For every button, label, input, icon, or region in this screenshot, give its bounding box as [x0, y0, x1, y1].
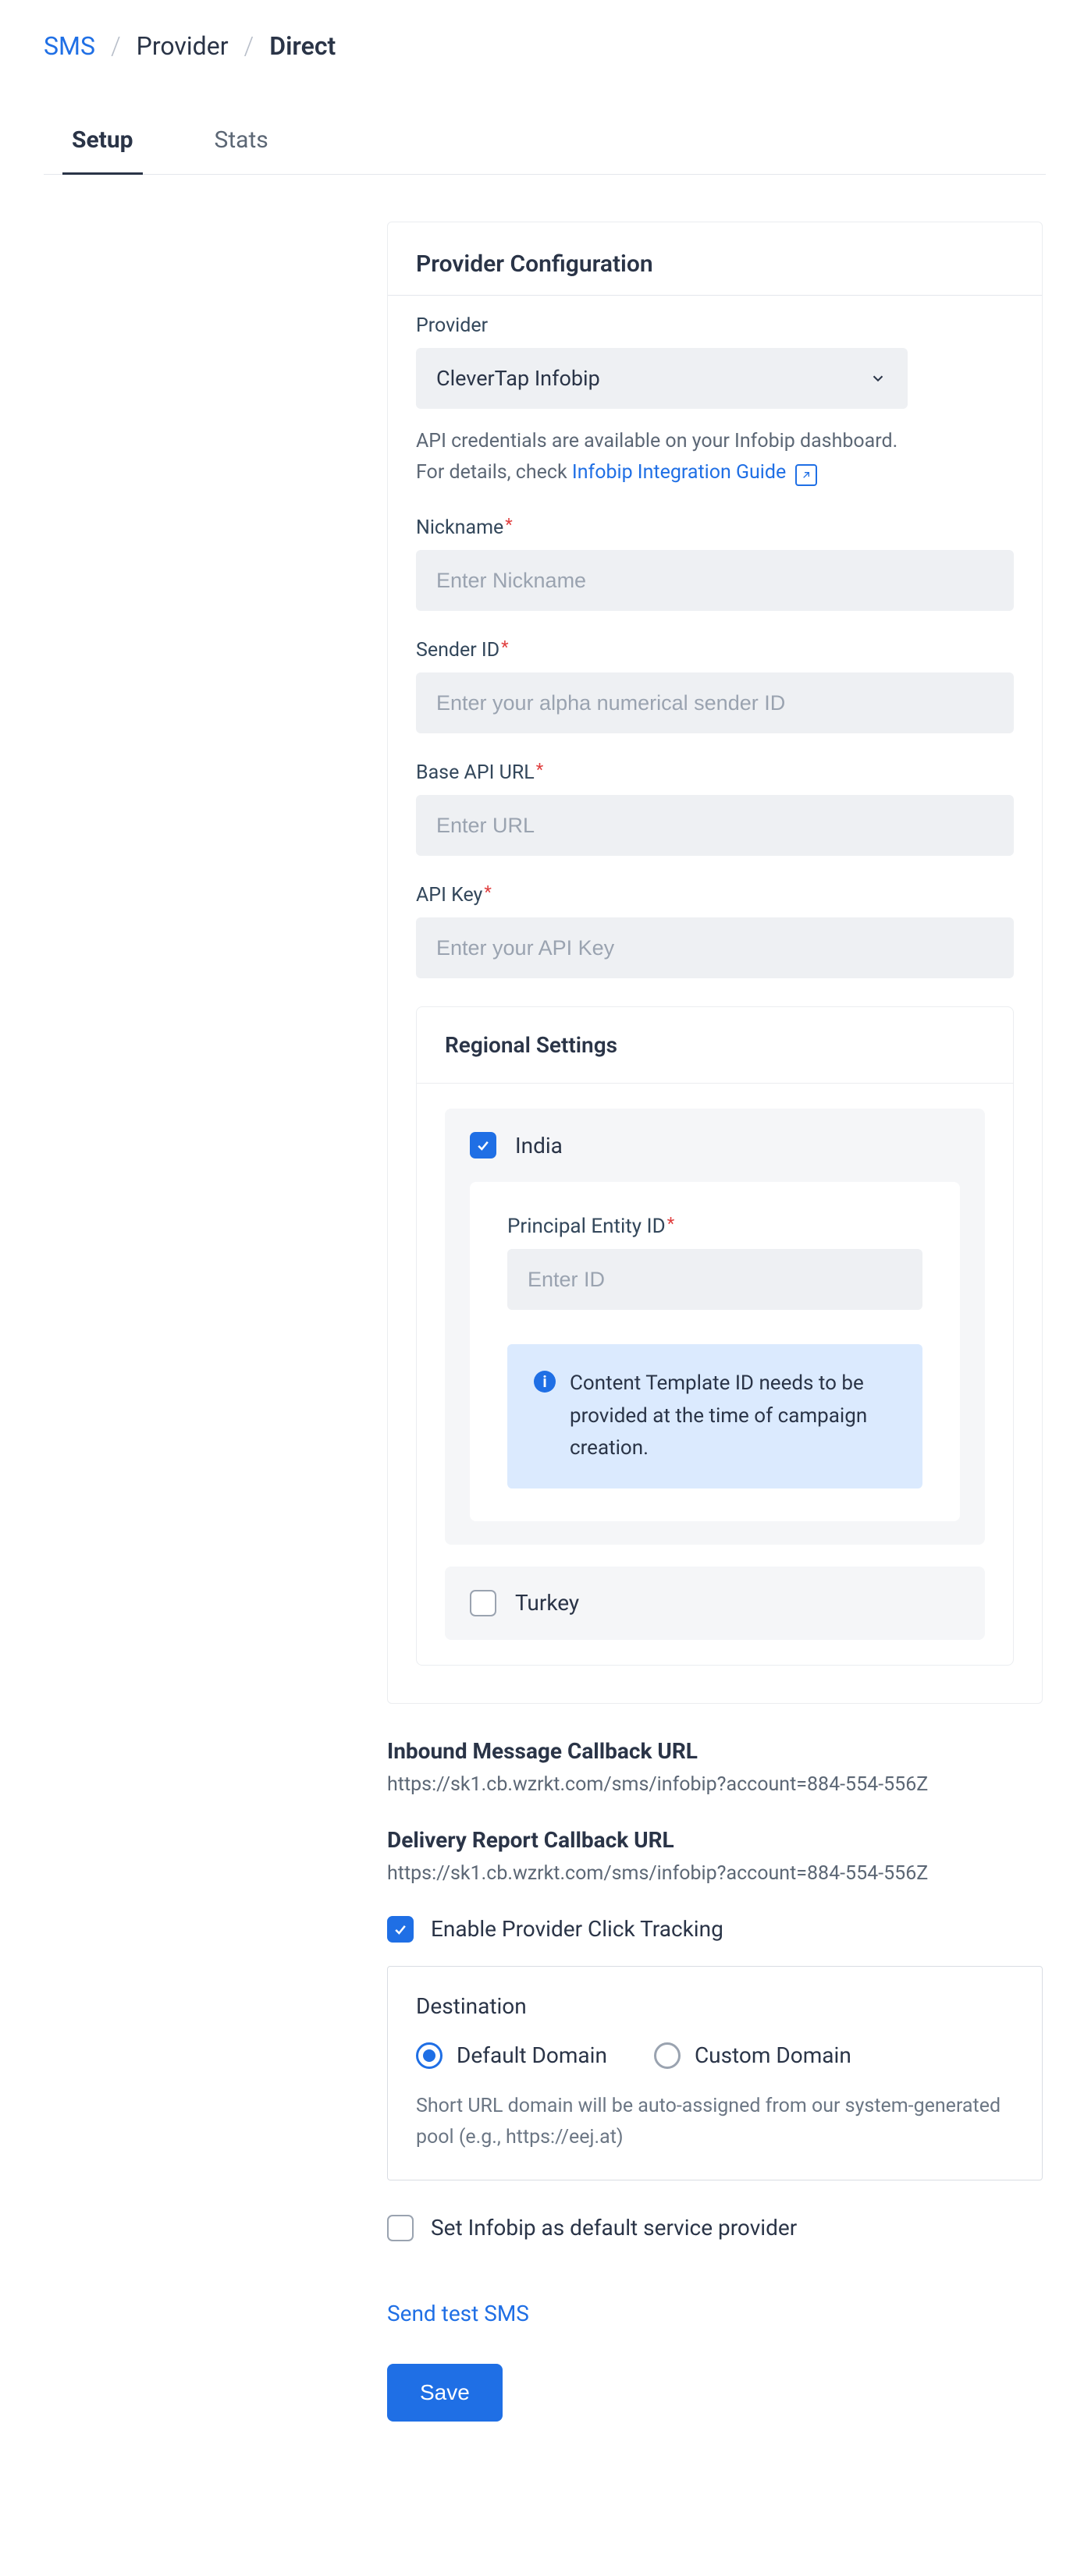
region-turkey-checkbox[interactable]: [470, 1590, 496, 1616]
sender-id-input[interactable]: [416, 672, 1014, 733]
provider-select[interactable]: CleverTap Infobip: [416, 348, 908, 409]
base-url-label: Base API URL: [416, 761, 1014, 784]
regional-heading: Regional Settings: [417, 1007, 1013, 1084]
tabs: Setup Stats: [44, 108, 1046, 175]
breadcrumb-sms[interactable]: SMS: [44, 31, 95, 61]
helper-line2-prefix: For details, check: [416, 461, 572, 484]
entity-id-input[interactable]: [507, 1249, 922, 1310]
breadcrumb-provider[interactable]: Provider: [137, 31, 229, 61]
default-provider-checkbox[interactable]: [387, 2215, 414, 2241]
provider-select-value: CleverTap Infobip: [436, 366, 600, 391]
send-test-sms-link[interactable]: Send test SMS: [387, 2301, 529, 2326]
info-icon: i: [534, 1371, 556, 1393]
click-tracking-label: Enable Provider Click Tracking: [431, 1916, 723, 1942]
integration-guide-link[interactable]: Infobip Integration Guide: [572, 461, 786, 484]
radio-custom-domain[interactable]: Custom Domain: [654, 2042, 851, 2069]
region-india-checkbox[interactable]: [470, 1132, 496, 1158]
breadcrumb: SMS / Provider / Direct: [44, 31, 1046, 61]
default-provider-label: Set Infobip as default service provider: [431, 2215, 797, 2241]
breadcrumb-current: Direct: [269, 31, 336, 61]
regional-card: Regional Settings India Principal Entity…: [416, 1006, 1014, 1666]
sender-id-label: Sender ID: [416, 639, 1014, 662]
lower-section: Inbound Message Callback URL https://sk1…: [387, 1704, 1043, 2429]
chevron-down-icon: [869, 369, 887, 388]
inbound-url: https://sk1.cb.wzrkt.com/sms/infobip?acc…: [387, 1773, 1043, 1796]
radio-custom-label: Custom Domain: [695, 2042, 851, 2068]
info-banner: i Content Template ID needs to be provid…: [507, 1344, 922, 1488]
inbound-title: Inbound Message Callback URL: [387, 1738, 1043, 1764]
breadcrumb-sep: /: [244, 31, 254, 61]
provider-label: Provider: [416, 314, 1014, 337]
breadcrumb-sep: /: [111, 31, 121, 61]
radio-default-domain[interactable]: Default Domain: [416, 2042, 607, 2069]
delivery-url: https://sk1.cb.wzrkt.com/sms/infobip?acc…: [387, 1862, 1043, 1885]
destination-title: Destination: [416, 1993, 1014, 2019]
radio-default-label: Default Domain: [457, 2042, 607, 2068]
provider-helper: API credentials are available on your In…: [416, 426, 1014, 488]
base-url-input[interactable]: [416, 795, 1014, 856]
entity-id-label: Principal Entity ID: [507, 1215, 922, 1238]
config-heading: Provider Configuration: [388, 222, 1042, 296]
nickname-label: Nickname: [416, 516, 1014, 539]
tab-stats[interactable]: Stats: [205, 108, 278, 175]
region-turkey-label: Turkey: [515, 1590, 579, 1616]
api-key-label: API Key: [416, 884, 1014, 907]
region-turkey: Turkey: [445, 1567, 985, 1640]
nickname-input[interactable]: [416, 550, 1014, 611]
region-india-panel: Principal Entity ID i Content Template I…: [470, 1182, 960, 1521]
destination-help: Short URL domain will be auto-assigned f…: [416, 2091, 1014, 2153]
destination-card: Destination Default Domain Custom Domain…: [387, 1966, 1043, 2180]
info-text: Content Template ID needs to be provided…: [570, 1368, 896, 1465]
delivery-title: Delivery Report Callback URL: [387, 1827, 1043, 1853]
radio-icon: [416, 2042, 443, 2069]
region-india-label: India: [515, 1133, 563, 1158]
config-card: Provider Configuration Provider CleverTa…: [387, 222, 1043, 1704]
radio-icon: [654, 2042, 681, 2069]
api-key-input[interactable]: [416, 917, 1014, 978]
external-link-icon: [795, 464, 817, 486]
helper-line1: API credentials are available on your In…: [416, 426, 1014, 457]
click-tracking-checkbox[interactable]: [387, 1916, 414, 1943]
save-button[interactable]: Save: [387, 2364, 503, 2422]
tab-setup[interactable]: Setup: [62, 108, 143, 175]
region-india: India Principal Entity ID i Content Temp…: [445, 1109, 985, 1545]
